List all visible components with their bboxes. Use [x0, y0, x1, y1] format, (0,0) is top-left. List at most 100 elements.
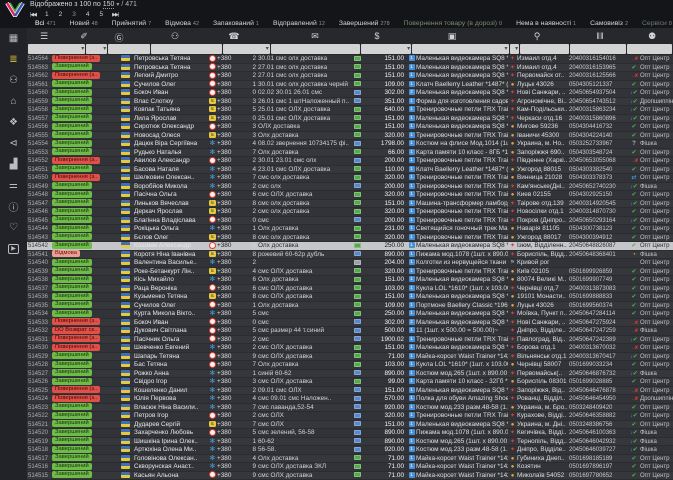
tracking-number[interactable]: 20450648368401: [569, 251, 628, 260]
client-name[interactable]: Рудько Наталья: [134, 149, 208, 158]
order-row[interactable]: 514521 Завершений Дударев Сергій lc +380 7 смс…: [27, 420, 673, 429]
client-phone[interactable]: +380: [217, 191, 243, 200]
status-badge[interactable]: Завершений: [52, 471, 116, 480]
status-badge[interactable]: Повернення (з..: [52, 55, 116, 64]
client-name[interactable]: Благінна Владіслава: [134, 217, 208, 226]
client-name[interactable]: Дацюк Віра Сергіївна: [134, 140, 208, 149]
tracking-number[interactable]: 20400314870730: [569, 208, 628, 217]
status-badge[interactable]: Завершений: [52, 301, 116, 310]
tracking-number[interactable]: 0501697896197: [569, 463, 628, 472]
client-phone[interactable]: +380: [217, 251, 243, 260]
order-row[interactable]: 514552 Повернення (з.. Авилов Александр +38…: [27, 156, 673, 166]
tracking-number[interactable]: 20400315860896: [569, 115, 628, 124]
client-phone[interactable]: +380: [217, 81, 243, 90]
status-badge[interactable]: Завершений: [52, 165, 116, 174]
client-name[interactable]: Скворунская Анаст..: [134, 463, 208, 472]
order-row[interactable]: 514564 Повернення (з.. Петровська Тетяна +3…: [27, 55, 673, 64]
tracking-number[interactable]: 20400313670032: [569, 344, 628, 353]
client-phone[interactable]: +380: [217, 217, 243, 226]
status-badge[interactable]: Завершений: [52, 224, 116, 234]
status-badge[interactable]: Завершений: [52, 403, 116, 412]
status-badge[interactable]: Завершений: [52, 360, 116, 370]
client-phone[interactable]: +380: [217, 106, 243, 115]
client-phone[interactable]: +380: [217, 72, 243, 81]
tracking-number[interactable]: 0501697780652: [569, 472, 628, 480]
page-button-3[interactable]: 3: [72, 11, 76, 18]
order-row[interactable]: 514563 Завершений Петровська Тетяна +380 2 27…: [27, 63, 673, 72]
client-name[interactable]: Касьян Альона: [134, 472, 208, 480]
client-phone[interactable]: +380: [217, 132, 243, 141]
order-row[interactable]: 514546 Завершений Деркач Ярослав lc +380 2 смс…: [27, 207, 673, 217]
order-row[interactable]: 514520 Завершений Захарченко Любовь +380 5 см…: [27, 428, 673, 438]
client-name[interactable]: Головінова Олексан..: [134, 455, 208, 464]
client-name[interactable]: Сучилов Олег: [134, 302, 208, 311]
order-row[interactable]: 514544 Завершений Рокіцька Ольга ✻ +380 1 Олх …: [27, 224, 673, 234]
client-phone[interactable]: +380: [217, 344, 243, 353]
client-phone[interactable]: +380: [217, 208, 243, 217]
client-phone[interactable]: +380: [217, 463, 243, 472]
tracking-number[interactable]: 20450647275924: [569, 319, 628, 328]
order-row[interactable]: 514515 Завершений Касьян Альона +380 9 смс ОЛ…: [27, 471, 673, 480]
client-phone[interactable]: +380: [217, 370, 243, 379]
status-badge[interactable]: Завершений: [52, 377, 116, 387]
status-badge[interactable]: Завершений: [52, 420, 116, 429]
client-phone[interactable]: +380: [217, 429, 243, 438]
status-badge[interactable]: Повернення (з..: [52, 335, 116, 344]
tracking-number[interactable]: 20450652740230: [569, 183, 628, 192]
order-row[interactable]: 514533 Повернення (з.. Бокоч Иван +380 0 смс 3…: [27, 318, 673, 328]
per-page-selector[interactable]: 150: [102, 1, 115, 9]
filter-input-5[interactable]: [270, 44, 361, 54]
status-badge[interactable]: Завершений: [52, 454, 116, 463]
order-row[interactable]: 514551 Завершений Басова Наталя ✻ +380 4 23.01…: [27, 165, 673, 175]
filter-input-9[interactable]: [520, 44, 569, 54]
order-row[interactable]: 514519 Завершений Шишкіна Ірина Олек.. ✻ +38…: [27, 437, 673, 447]
client-phone[interactable]: +380: [217, 268, 243, 277]
status-badge[interactable]: Завершений: [52, 267, 116, 276]
client-phone[interactable]: +380: [217, 234, 243, 243]
status-badge[interactable]: Завершений: [52, 428, 116, 438]
sidebar-item-statistics[interactable]: ▟: [0, 154, 27, 175]
client-phone[interactable]: +380: [217, 183, 243, 192]
client-name[interactable]: Бокоч Иван: [134, 319, 208, 328]
client-name[interactable]: Шелковин Олексан..: [134, 174, 208, 183]
client-name[interactable]: Юлія Первова: [134, 395, 208, 404]
client-name[interactable]: Сучилов Олег: [134, 81, 208, 90]
client-phone[interactable]: +380: [217, 455, 243, 464]
order-row[interactable]: 514526 Завершений Свідро Ігор ✻ +380 3 смс ОЛХ…: [27, 377, 673, 387]
tracking-number[interactable]: 20450646100363: [569, 429, 628, 438]
tracking-number[interactable]: 20450646476878: [569, 387, 628, 396]
client-name[interactable]: Сиротюк Олександр: [134, 123, 208, 132]
client-phone[interactable]: +380: [217, 336, 243, 345]
client-name[interactable]: Басова Наталя: [134, 166, 208, 175]
client-phone[interactable]: +380: [217, 115, 243, 124]
tracking-number[interactable]: 20450654937504: [569, 89, 628, 98]
order-row[interactable]: 514558 Завершений Ковпак Татьяна lc +380 5 25.…: [27, 105, 673, 115]
tracking-number[interactable]: 20400316125566: [569, 72, 628, 81]
client-phone[interactable]: +380: [217, 310, 243, 319]
comment-column-icon[interactable]: ✉: [311, 31, 319, 42]
client-name[interactable]: Артюхіна Олена Ми..: [134, 446, 208, 455]
tracking-number[interactable]: 20450646039727: [569, 446, 628, 455]
status-badge[interactable]: Завершений: [52, 63, 116, 72]
client-phone[interactable]: +380: [217, 200, 243, 209]
client-phone[interactable]: +380: [217, 319, 243, 328]
order-row[interactable]: 514529 Завершений Шапарь Тетяна +380 9 смс ОЛ…: [27, 352, 673, 361]
sidebar-item-clients[interactable]: ⚇: [0, 70, 27, 91]
client-name[interactable]: Воробйов Микола: [134, 183, 208, 192]
tracking-number[interactable]: 20450646358882: [569, 412, 628, 421]
order-row[interactable]: 514561 Завершений Сучилов Олег +380 1 30.01 с…: [27, 80, 673, 90]
tracking-number[interactable]: 20450646042932: [569, 438, 628, 447]
page-button-5[interactable]: 5: [100, 11, 104, 18]
status-badge[interactable]: Завершений: [52, 369, 116, 378]
filter-input-1[interactable]: ▾: [86, 44, 108, 54]
client-phone[interactable]: +380: [217, 327, 243, 336]
order-row[interactable]: 514543 Завершений Бєлов Олег lc +380 8 смс олх…: [27, 233, 673, 243]
client-phone[interactable]: +380: [217, 149, 243, 158]
client-phone[interactable]: +380: [217, 55, 243, 64]
tracking-number[interactable]: 0501699888833: [569, 293, 628, 302]
client-phone[interactable]: +380: [217, 378, 243, 387]
status-badge[interactable]: Завершений: [52, 131, 116, 140]
product-column-icon[interactable]: ▣: [448, 31, 457, 42]
client-phone[interactable]: +380: [217, 157, 243, 166]
status-badge[interactable]: Завершений: [52, 241, 116, 251]
